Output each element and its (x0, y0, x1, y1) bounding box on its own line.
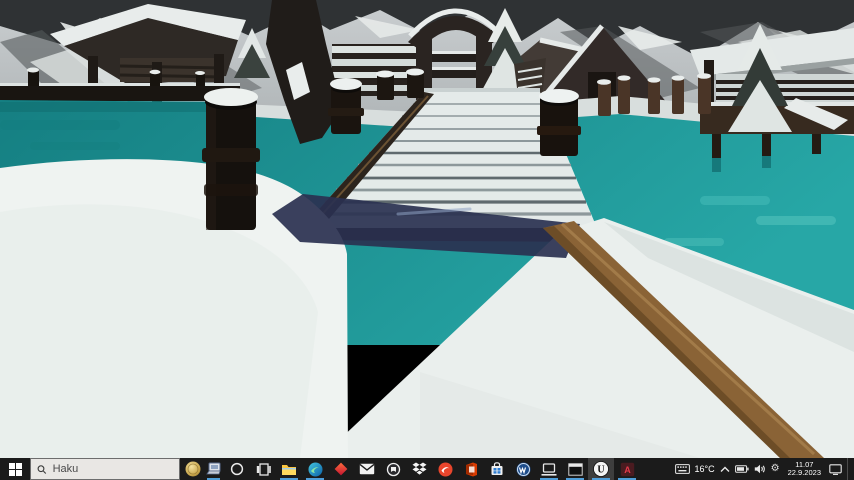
laptop-app-icon[interactable] (203, 458, 224, 480)
start-button[interactable] (0, 458, 30, 480)
edge-browser-icon[interactable] (302, 458, 328, 480)
action-center-icon[interactable] (829, 463, 842, 475)
a-app-icon[interactable]: A (614, 458, 640, 480)
mail-icon[interactable] (354, 458, 380, 480)
unreal-glyph: U (597, 465, 604, 476)
search-icon (37, 464, 47, 474)
clock-date: 22.9.2023 (787, 468, 821, 477)
diamond-app-icon[interactable] (328, 458, 354, 480)
battery-icon[interactable] (734, 465, 749, 473)
task-view-icon[interactable] (250, 458, 276, 480)
volume-icon[interactable] (754, 464, 766, 474)
coin-app-icon[interactable] (182, 458, 203, 480)
office-icon[interactable] (458, 458, 484, 480)
desktop-screen: U A 16°C (0, 0, 854, 480)
console-app-icon[interactable] (562, 458, 588, 480)
pier-bollard-front (202, 88, 260, 230)
red-circle-app-icon[interactable] (432, 458, 458, 480)
tray-clock[interactable]: 11.07 22.9.2023 (785, 461, 824, 477)
system-tray: 16°C ⚙ 11.07 22.9.2023 (674, 458, 854, 480)
game-viewport[interactable] (0, 0, 854, 458)
taskbar: U A 16°C (0, 458, 854, 480)
pier-bollard-right (537, 89, 581, 156)
blue-circle-app-icon[interactable] (510, 458, 536, 480)
a-app-glyph: A (624, 465, 631, 475)
touch-keyboard-icon[interactable] (674, 464, 690, 474)
search-input[interactable] (50, 462, 173, 476)
file-explorer-icon[interactable] (276, 458, 302, 480)
gear-icon[interactable]: ⚙ (771, 464, 780, 474)
windows-logo-icon (8, 462, 22, 476)
tray-chevron-up-icon[interactable] (720, 466, 730, 473)
taskbar-search[interactable] (30, 458, 180, 480)
weather-temperature[interactable]: 16°C (695, 464, 715, 474)
round-app-icon[interactable] (380, 458, 406, 480)
cortana-icon[interactable] (224, 458, 250, 480)
microsoft-store-icon[interactable] (484, 458, 510, 480)
show-desktop-button[interactable] (847, 458, 852, 480)
dropbox-icon[interactable] (406, 458, 432, 480)
pier-bollard-mid (328, 78, 364, 134)
unreal-engine-icon[interactable]: U (588, 458, 614, 480)
laptop-display-app-icon[interactable] (536, 458, 562, 480)
taskbar-apps: U A (182, 458, 640, 480)
